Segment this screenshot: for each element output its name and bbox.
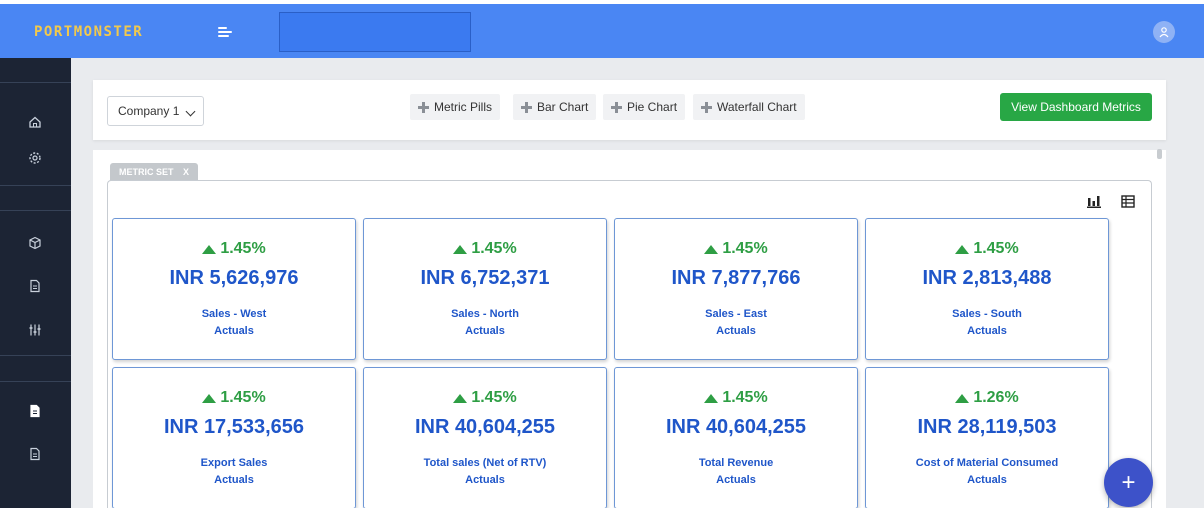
- metric-value: INR 40,604,255: [665, 416, 807, 438]
- up-arrow-icon: [955, 393, 970, 403]
- add-bar-chart-label: Bar Chart: [537, 100, 589, 114]
- up-arrow-icon: [453, 244, 468, 254]
- metric-set-tag: METRIC SET X: [110, 163, 198, 181]
- add-widget-fab[interactable]: +: [1104, 458, 1153, 507]
- add-pie-chart-label: Pie Chart: [627, 100, 678, 114]
- metric-card[interactable]: 1.45% INR 7,877,766 Sales - East Actuals: [614, 218, 858, 360]
- up-arrow-icon: [202, 393, 217, 403]
- up-arrow-icon: [704, 393, 719, 403]
- metric-label: Sales - East: [705, 308, 767, 320]
- metric-change: 1.45%: [113, 389, 355, 407]
- sidebar-divider: [0, 381, 71, 382]
- dashboard-toolbar: Company 1 Metric Pills Bar Chart Pie Cha…: [93, 80, 1166, 140]
- up-arrow-icon: [704, 244, 719, 254]
- app-logo[interactable]: PORTMONSTER: [34, 24, 143, 40]
- close-metric-set-button[interactable]: X: [183, 167, 189, 177]
- add-waterfall-chart-label: Waterfall Chart: [717, 100, 797, 114]
- metric-card[interactable]: 1.26% INR 28,119,503 Cost of Material Co…: [865, 367, 1109, 508]
- metric-label: Total sales (Net of RTV): [423, 457, 547, 469]
- metric-change: 1.26%: [866, 389, 1108, 407]
- up-arrow-icon: [955, 244, 970, 254]
- view-dashboard-metrics-button[interactable]: View Dashboard Metrics: [1000, 93, 1152, 121]
- metric-card[interactable]: 1.45% INR 6,752,371 Sales - North Actual…: [363, 218, 607, 360]
- menu-toggle-icon[interactable]: [218, 24, 234, 40]
- metric-sublabel: Actuals: [967, 325, 1007, 337]
- metric-change: 1.45%: [113, 240, 355, 258]
- user-icon: [1159, 27, 1169, 38]
- metric-card[interactable]: 1.45% INR 2,813,488 Sales - South Actual…: [865, 218, 1109, 360]
- metric-sublabel: Actuals: [465, 325, 505, 337]
- home-icon[interactable]: [26, 113, 44, 131]
- add-metric-pills-label: Metric Pills: [434, 100, 493, 114]
- up-arrow-icon: [202, 244, 217, 254]
- gear-icon[interactable]: [26, 149, 44, 167]
- metric-card[interactable]: 1.45% INR 5,626,976 Sales - West Actuals: [112, 218, 356, 360]
- add-bar-chart-button[interactable]: Bar Chart: [513, 94, 597, 120]
- metric-value: INR 40,604,255: [414, 416, 556, 438]
- scrollbar-thumb[interactable]: [1157, 149, 1162, 159]
- search-box[interactable]: [279, 12, 471, 52]
- sidebar-divider: [0, 210, 71, 211]
- sidebar-divider: [0, 355, 71, 356]
- metric-value: INR 5,626,976: [169, 267, 299, 289]
- metric-value: INR 7,877,766: [671, 267, 801, 289]
- metric-value: INR 28,119,503: [917, 416, 1057, 438]
- metric-sublabel: Actuals: [214, 474, 254, 486]
- document-icon[interactable]: [26, 445, 44, 463]
- metric-value: INR 2,813,488: [922, 267, 1052, 289]
- cube-icon[interactable]: [26, 234, 44, 252]
- chevron-down-icon: [185, 106, 196, 117]
- plus-icon: [521, 101, 532, 113]
- metric-sublabel: Actuals: [214, 325, 254, 337]
- metric-change: 1.45%: [364, 389, 606, 407]
- metric-label: Sales - South: [952, 308, 1022, 320]
- metric-card[interactable]: 1.45% INR 17,533,656 Export Sales Actual…: [112, 367, 356, 508]
- metric-label: Cost of Material Consumed: [915, 457, 1059, 469]
- metric-change: 1.45%: [615, 389, 857, 407]
- sidebar: [0, 58, 71, 508]
- up-arrow-icon: [453, 393, 468, 403]
- metric-set-tag-label: METRIC SET: [119, 167, 174, 177]
- top-bar: PORTMONSTER: [0, 0, 1204, 58]
- sidebar-divider: [0, 185, 71, 186]
- metric-label: Sales - North: [451, 308, 519, 320]
- metric-sublabel: Actuals: [967, 474, 1007, 486]
- document-icon[interactable]: [26, 402, 44, 420]
- metric-value: INR 6,752,371: [420, 267, 550, 289]
- metric-change: 1.45%: [364, 240, 606, 258]
- metric-change: 1.45%: [615, 240, 857, 258]
- metric-label: Export Sales: [200, 457, 268, 469]
- plus-icon: [418, 101, 429, 113]
- sliders-icon[interactable]: [26, 321, 44, 339]
- plus-icon: [611, 101, 622, 113]
- document-icon[interactable]: [26, 277, 44, 295]
- metric-sublabel: Actuals: [716, 474, 756, 486]
- metric-card[interactable]: 1.45% INR 40,604,255 Total sales (Net of…: [363, 367, 607, 508]
- bar-chart-icon[interactable]: [1086, 193, 1102, 209]
- sidebar-divider: [0, 82, 71, 83]
- metric-sublabel: Actuals: [465, 474, 505, 486]
- metric-label: Total Revenue: [698, 457, 774, 469]
- metric-label: Sales - West: [201, 308, 267, 320]
- add-metric-pills-button[interactable]: Metric Pills: [410, 94, 501, 120]
- metric-value: INR 17,533,656: [163, 416, 305, 438]
- user-avatar[interactable]: [1153, 21, 1175, 43]
- metric-sublabel: Actuals: [716, 325, 756, 337]
- plus-icon: [701, 101, 712, 113]
- table-icon[interactable]: [1120, 193, 1136, 209]
- metric-card[interactable]: 1.45% INR 40,604,255 Total Revenue Actua…: [614, 367, 858, 508]
- add-pie-chart-button[interactable]: Pie Chart: [603, 94, 686, 120]
- company-select[interactable]: Company 1: [107, 96, 204, 126]
- company-select-value: Company 1: [118, 104, 180, 118]
- metric-change: 1.45%: [866, 240, 1108, 258]
- add-waterfall-chart-button[interactable]: Waterfall Chart: [693, 94, 805, 120]
